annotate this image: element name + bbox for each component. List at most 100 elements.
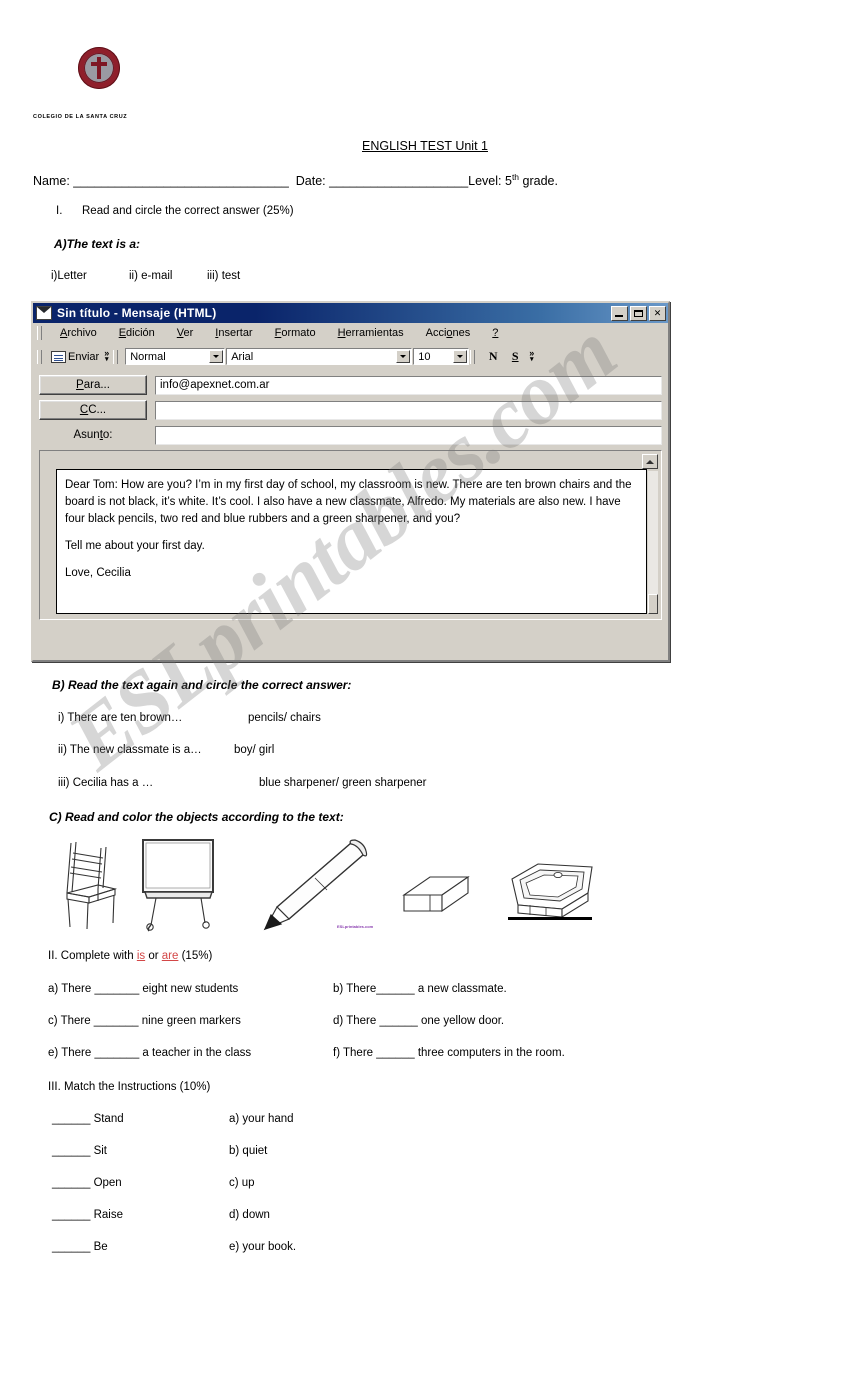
eraser-icon	[402, 875, 470, 913]
menu-ver[interactable]: Ver	[166, 327, 205, 339]
section-2-heading-after: (15%)	[178, 950, 213, 962]
page-title: ENGLISH TEST Unit 1	[0, 139, 850, 153]
menu-edicion[interactable]: Edición	[108, 327, 166, 339]
chevron-down-icon[interactable]	[209, 350, 224, 363]
window-titlebar[interactable]: Sin título - Mensaje (HTML) ✕	[33, 303, 668, 323]
address-fields: Para... info@apexnet.com.ar C C... Asun t o…	[33, 369, 668, 445]
font-family-select[interactable]: Arial	[226, 348, 413, 365]
match-row-5: ______ Be e) your book.	[52, 1241, 512, 1253]
section-1b-row-2: ii) The new classmate is a… boy/ girl	[58, 744, 274, 756]
section-1c-heading: C) Read and color the objects according …	[49, 810, 344, 824]
section-1-number: I.	[56, 205, 63, 217]
close-button[interactable]: ✕	[649, 305, 666, 321]
outlook-message-window: Sin título - Mensaje (HTML) ✕ Archivo Ed…	[31, 301, 670, 662]
toolbar-grip-handle-2[interactable]	[113, 349, 119, 364]
match-left-stand[interactable]: ______ Stand	[52, 1113, 229, 1125]
scroll-up-button[interactable]	[642, 454, 658, 469]
name-field-label: Name: _______________________________	[33, 174, 289, 189]
item-b[interactable]: b) There______ a new classmate.	[333, 983, 653, 995]
font-family-value: Arial	[231, 350, 254, 363]
underline-button[interactable]: S	[504, 349, 526, 364]
cc-row: C C...	[39, 400, 662, 420]
item-f[interactable]: f) There ______ three computers in the r…	[333, 1047, 653, 1059]
section-1-instruction: I. Read and circle the correct answer (25…	[56, 205, 294, 217]
b-question-3: iii) Cecilia has a …	[58, 777, 154, 789]
match-left-be[interactable]: ______ Be	[52, 1241, 229, 1253]
match-left-raise[interactable]: ______ Raise	[52, 1209, 229, 1221]
word-are: are	[161, 950, 179, 962]
body-scrollbar-track[interactable]	[648, 471, 658, 614]
section-2-row-2: c) There _______ nine green markers d) T…	[48, 1015, 668, 1027]
match-row-3: ______ Open c) up	[52, 1177, 512, 1189]
logo-seal-ring	[78, 47, 120, 89]
subject-input[interactable]	[155, 425, 662, 445]
match-right-a[interactable]: a) your hand	[229, 1113, 429, 1125]
page-title-text: ENGLISH TEST Unit 1	[362, 139, 488, 153]
match-row-2: ______ Sit b) quiet	[52, 1145, 512, 1157]
b-answers-1[interactable]: pencils/ chairs	[248, 712, 321, 724]
item-a[interactable]: a) There _______ eight new students	[48, 983, 333, 995]
maximize-button[interactable]	[630, 305, 647, 321]
date-field-label: Date: ____________________	[295, 174, 469, 189]
cross-icon	[97, 57, 101, 79]
message-body-text[interactable]: Dear Tom: How are you? I’m in my first d…	[56, 469, 647, 614]
menu-acciones[interactable]: Acciones	[415, 327, 482, 339]
cc-button[interactable]: C C...	[39, 400, 147, 420]
body-paragraph-1: Dear Tom: How are you? I’m in my first d…	[65, 479, 632, 525]
item-c[interactable]: c) There _______ nine green markers	[48, 1015, 333, 1027]
item-e[interactable]: e) There _______ a teacher in the class	[48, 1047, 333, 1059]
message-body-area: Dear Tom: How are you? I’m in my first d…	[39, 450, 662, 620]
section-1a-options: i)Letter ii) e-mail iii) test	[51, 270, 240, 282]
toolbar-overflow-1[interactable]: » ▾	[104, 349, 109, 364]
match-right-b[interactable]: b) quiet	[229, 1145, 429, 1157]
menu-help[interactable]: ?	[481, 327, 509, 339]
b-answers-2[interactable]: boy/ girl	[234, 744, 274, 756]
toolbar-overflow-2[interactable]: » ▾	[529, 349, 534, 364]
school-name: COLEGIO DE LA SANTA CRUZ	[33, 114, 128, 120]
b-answers-3[interactable]: blue sharpener/ green sharpener	[259, 777, 427, 789]
paragraph-style-select[interactable]: Normal	[125, 348, 226, 365]
chevron-down-icon[interactable]	[396, 350, 411, 363]
font-size-select[interactable]: 10	[413, 348, 470, 365]
worksheet-page: COLEGIO DE LA SANTA CRUZ ENGLISH TEST Un…	[0, 0, 850, 1400]
menu-grip-handle[interactable]	[37, 326, 42, 340]
formatting-toolbar: Enviar » ▾ Normal Arial 10 N S » ▾	[33, 344, 668, 369]
envelope-icon	[36, 306, 52, 320]
match-left-open[interactable]: ______ Open	[52, 1177, 229, 1189]
match-row-1: ______ Stand a) your hand	[52, 1113, 512, 1125]
menu-insertar[interactable]: Insertar	[204, 327, 263, 339]
item-d[interactable]: d) There ______ one yellow door.	[333, 1015, 653, 1027]
section-2-heading-before: II. Complete with	[48, 950, 137, 962]
menu-formato[interactable]: Formato	[264, 327, 327, 339]
toolbar-grip-handle-1[interactable]	[37, 349, 42, 364]
option-letter[interactable]: i)Letter	[51, 270, 129, 282]
cc-input[interactable]	[155, 400, 662, 420]
section-3-items: ______ Stand a) your hand ______ Sit b) …	[52, 1113, 512, 1273]
body-scrollbar-thumb[interactable]	[648, 594, 658, 614]
word-is: is	[136, 950, 146, 962]
body-paragraph-3: Love, Cecilia	[65, 567, 131, 579]
subject-label: Asun t o:	[73, 429, 113, 441]
menu-bar: Archivo Edición Ver Insertar Formato Her…	[33, 323, 668, 344]
chevron-down-icon[interactable]	[453, 350, 468, 363]
window-controls: ✕	[611, 305, 666, 321]
minimize-button[interactable]	[611, 305, 628, 321]
section-2-row-1: a) There _______ eight new students b) T…	[48, 983, 668, 995]
section-1b-heading: B) Read the text again and circle the co…	[52, 678, 352, 692]
menu-herramientas[interactable]: Herramientas	[327, 327, 415, 339]
option-test[interactable]: iii) test	[207, 270, 240, 282]
match-right-e[interactable]: e) your book.	[229, 1241, 429, 1253]
to-input[interactable]: info@apexnet.com.ar	[155, 375, 662, 395]
match-right-d[interactable]: d) down	[229, 1209, 429, 1221]
chair-icon	[66, 841, 118, 930]
to-button[interactable]: Para...	[39, 375, 147, 395]
menu-archivo[interactable]: Archivo	[49, 327, 108, 339]
section-2-row-3: e) There _______ a teacher in the class …	[48, 1047, 668, 1059]
match-left-sit[interactable]: ______ Sit	[52, 1145, 229, 1157]
match-right-c[interactable]: c) up	[229, 1177, 429, 1189]
send-button[interactable]: Enviar	[49, 350, 101, 363]
section-1b-row-3: iii) Cecilia has a … blue sharpener/ gree…	[58, 777, 427, 789]
toolbar-grip-handle-3[interactable]	[470, 349, 476, 364]
option-email[interactable]: ii) e-mail	[129, 270, 207, 282]
bold-button[interactable]: N	[482, 349, 504, 364]
